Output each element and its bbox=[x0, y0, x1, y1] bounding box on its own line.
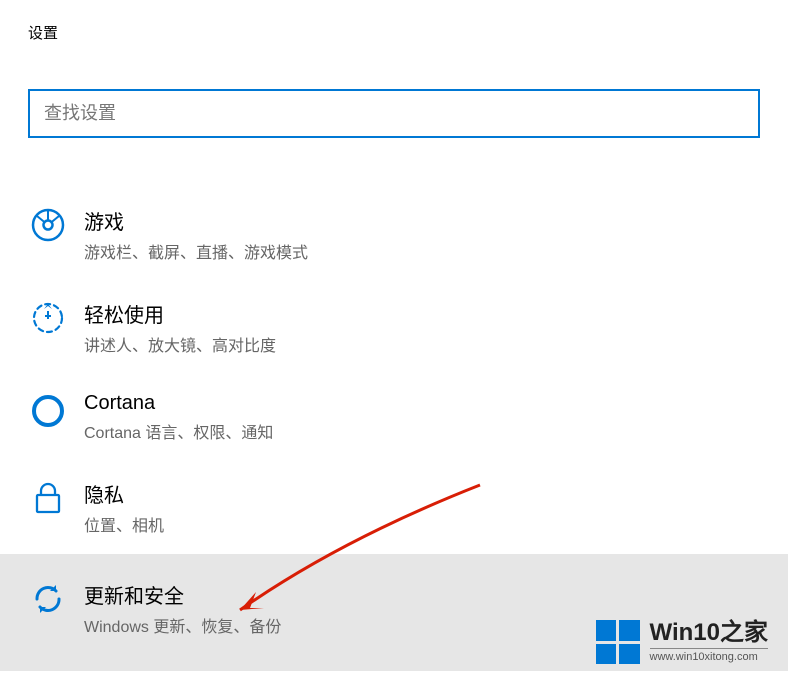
item-subtitle: 游戏栏、截屏、直播、游戏模式 bbox=[84, 239, 308, 263]
settings-list: 游戏 游戏栏、截屏、直播、游戏模式 轻松使用 讲述人、放大镜、高对比度 Cort… bbox=[0, 188, 788, 671]
cortana-icon bbox=[28, 394, 68, 428]
settings-item-gaming[interactable]: 游戏 游戏栏、截屏、直播、游戏模式 bbox=[0, 188, 788, 281]
watermark-title: Win10之家 bbox=[650, 621, 768, 645]
update-icon bbox=[28, 582, 68, 616]
item-title: 更新和安全 bbox=[84, 580, 281, 609]
item-title: Cortana bbox=[84, 392, 273, 415]
item-title: 隐私 bbox=[84, 479, 164, 508]
item-title: 轻松使用 bbox=[84, 299, 276, 328]
gaming-icon bbox=[28, 208, 68, 242]
item-subtitle: 讲述人、放大镜、高对比度 bbox=[84, 332, 276, 356]
item-subtitle: Cortana 语言、权限、通知 bbox=[84, 419, 273, 443]
window-header: 设置 bbox=[0, 0, 788, 53]
watermark-url: www.win10xitong.com bbox=[650, 648, 768, 663]
ease-of-access-icon bbox=[28, 301, 68, 335]
settings-item-ease-of-access[interactable]: 轻松使用 讲述人、放大镜、高对比度 bbox=[0, 281, 788, 374]
settings-item-privacy[interactable]: 隐私 位置、相机 bbox=[0, 461, 788, 554]
watermark: Win10之家 www.win10xitong.com bbox=[596, 620, 768, 664]
search-input[interactable] bbox=[28, 89, 760, 138]
settings-item-cortana[interactable]: Cortana Cortana 语言、权限、通知 bbox=[0, 374, 788, 461]
lock-icon bbox=[28, 481, 68, 515]
windows-logo-icon bbox=[596, 620, 640, 664]
item-title: 游戏 bbox=[84, 206, 308, 235]
item-subtitle: 位置、相机 bbox=[84, 512, 164, 536]
page-title: 设置 bbox=[28, 22, 760, 43]
item-subtitle: Windows 更新、恢复、备份 bbox=[84, 613, 281, 637]
search-container bbox=[0, 89, 788, 138]
